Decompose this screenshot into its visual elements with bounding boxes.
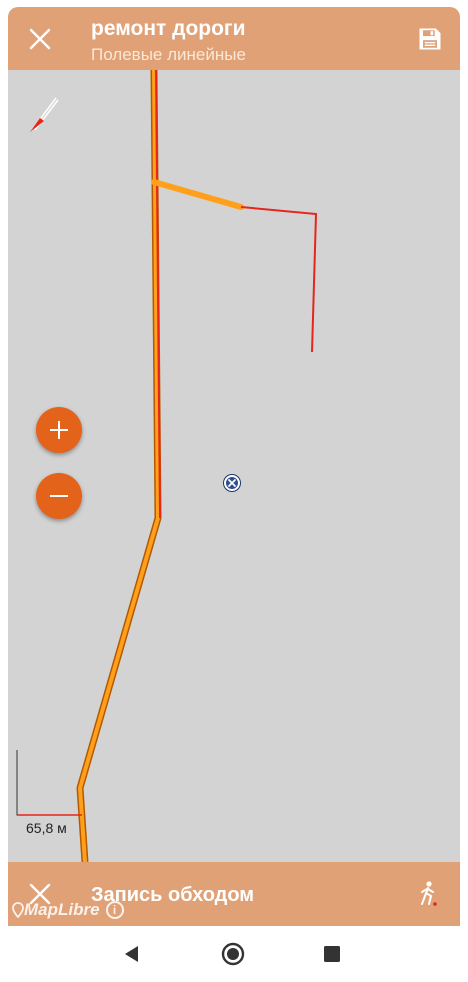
route-branch (151, 179, 244, 210)
top-toolbar: ремонт дороги Полевые линейные (8, 7, 460, 70)
location-marker[interactable] (224, 475, 240, 491)
map-view[interactable]: 65,8 м (8, 70, 460, 862)
scale-label: 65,8 м (26, 820, 67, 836)
track-line-branch (240, 206, 318, 353)
save-icon (419, 28, 441, 50)
compass-button[interactable] (26, 92, 62, 136)
close-icon (29, 28, 51, 50)
maplibre-logo-text: MapLibre (24, 900, 100, 919)
home-circle-icon (221, 942, 245, 966)
recent-apps-icon (324, 946, 340, 962)
zoom-out-button[interactable] (36, 473, 82, 519)
close-button[interactable] (22, 21, 58, 57)
app-screen: ремонт дороги Полевые линейные 65,8 м За… (8, 7, 460, 982)
map-pin-icon (12, 902, 24, 918)
scale-bar: 65,8 м (16, 750, 82, 836)
maplibre-attribution[interactable]: MapLibre i (12, 900, 124, 920)
compass-icon (30, 97, 59, 132)
home-button[interactable] (219, 940, 247, 968)
save-button[interactable] (412, 21, 448, 57)
walking-mode-button[interactable] (410, 876, 446, 912)
route-line (78, 70, 160, 862)
back-triangle-icon (125, 946, 138, 962)
minus-icon (50, 495, 68, 497)
marker-x-icon (228, 479, 236, 487)
page-title: ремонт дороги (91, 17, 246, 40)
map-route-layer (76, 70, 318, 862)
walking-person-icon (421, 881, 437, 906)
scale-bar-graphic (16, 750, 82, 816)
zoom-in-button[interactable] (36, 407, 82, 453)
plus-icon (50, 421, 68, 439)
recent-apps-button[interactable] (318, 940, 346, 968)
bottom-toolbar: Запись обходом MapLibre i (8, 862, 460, 926)
system-navigation-bar (8, 926, 460, 982)
back-button[interactable] (118, 940, 146, 968)
info-icon[interactable]: i (105, 901, 124, 919)
page-subtitle: Полевые линейные (91, 45, 246, 64)
